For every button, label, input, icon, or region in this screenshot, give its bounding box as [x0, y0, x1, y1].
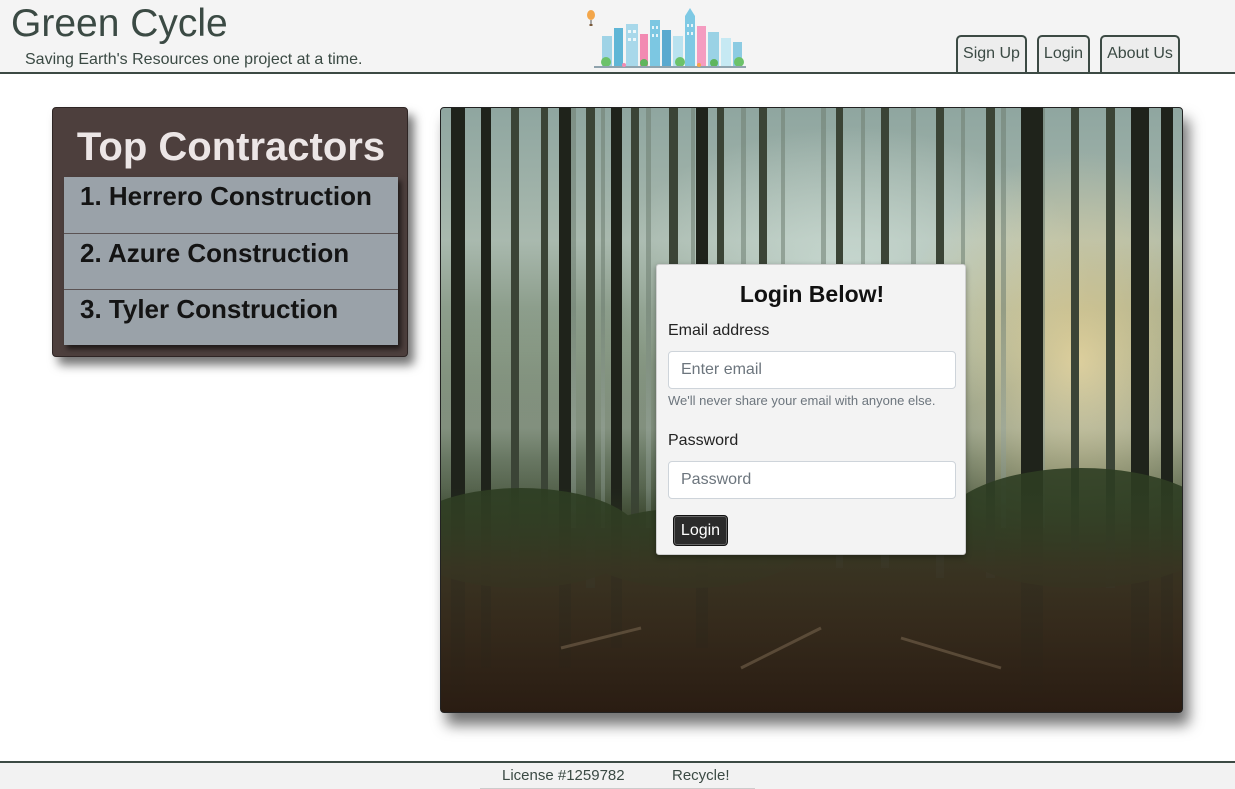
contractor-item: 1. Herrero Construction — [64, 177, 398, 233]
nav-signup-button[interactable]: Sign Up — [956, 35, 1027, 72]
contractor-item: 3. Tyler Construction — [64, 289, 398, 345]
recycle-text: Recycle! — [672, 767, 730, 784]
top-contractors-panel: Top Contractors 1. Herrero Construction … — [52, 107, 408, 357]
email-label: Email address — [668, 322, 770, 339]
footer-content: License #1259782 Recycle! — [480, 763, 755, 789]
contractor-item: 2. Azure Construction — [64, 233, 398, 289]
site-footer: License #1259782 Recycle! — [0, 761, 1235, 789]
contractors-title: Top Contractors — [76, 125, 386, 169]
login-title: Login Below! — [739, 281, 885, 307]
password-field[interactable] — [668, 461, 956, 499]
nav-login-button[interactable]: Login — [1037, 35, 1090, 72]
license-number: License #1259782 — [502, 767, 625, 784]
site-title: Green Cycle — [11, 2, 228, 45]
login-submit-button[interactable]: Login — [673, 515, 728, 546]
city-skyline-logo-icon — [554, 6, 762, 70]
nav-about-button[interactable]: About Us — [1100, 35, 1180, 72]
email-field[interactable] — [668, 351, 956, 389]
site-tagline: Saving Earth's Resources one project at … — [25, 51, 363, 68]
login-card: Login Below! Email address We'll never s… — [656, 264, 966, 555]
contractor-list: 1. Herrero Construction 2. Azure Constru… — [64, 177, 398, 345]
email-help-text: We'll never share your email with anyone… — [668, 393, 936, 408]
password-label: Password — [668, 432, 739, 449]
site-header: Green Cycle Saving Earth's Resources one… — [0, 0, 1235, 74]
